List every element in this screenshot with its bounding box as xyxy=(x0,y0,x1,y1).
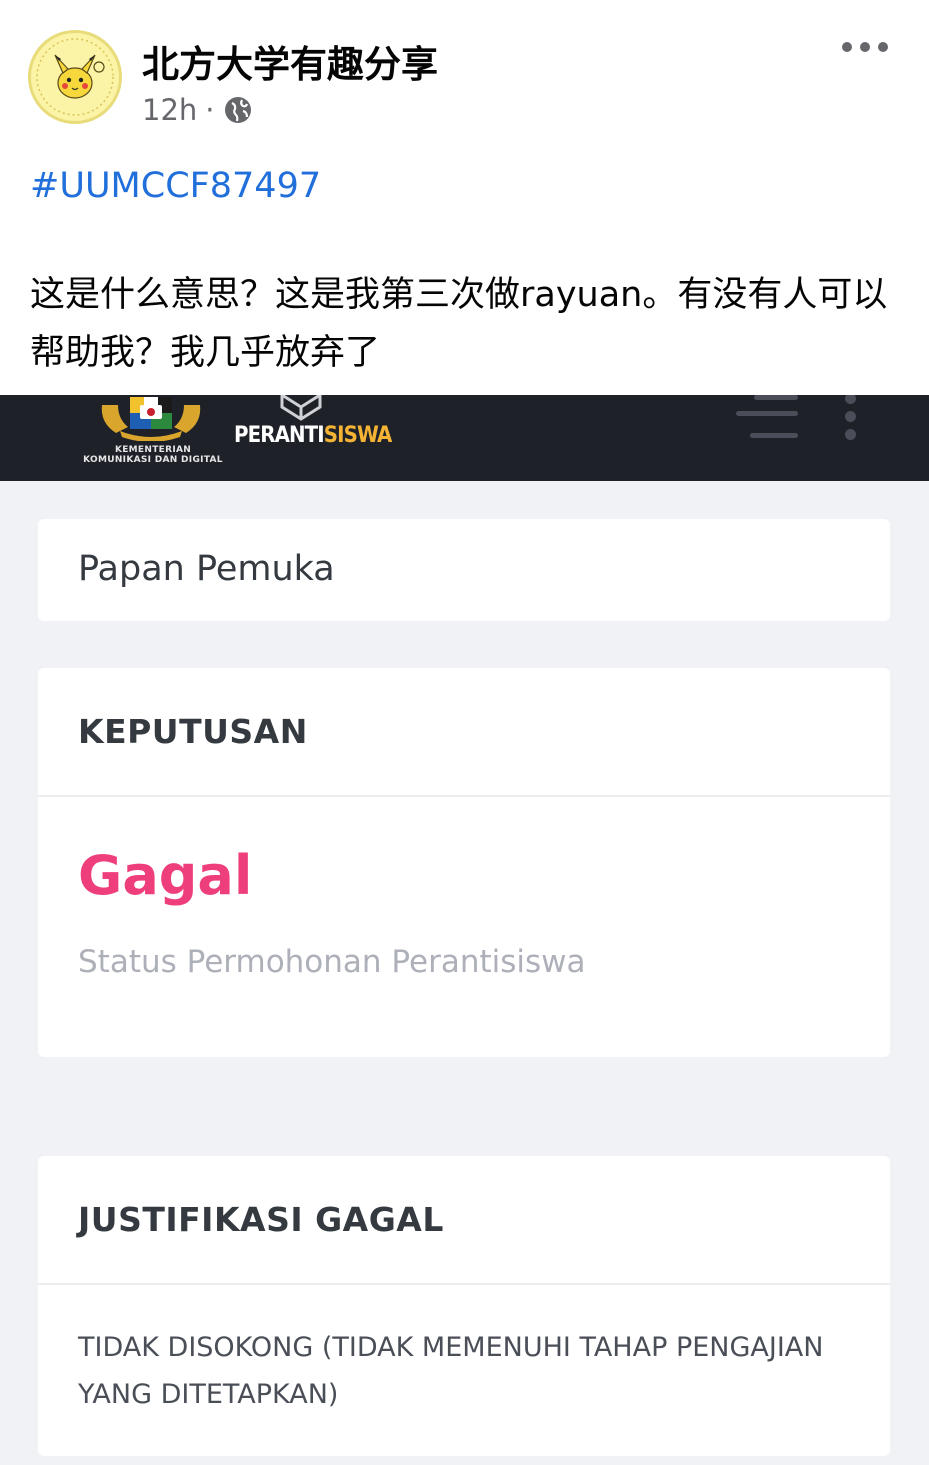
brand-part-2: SISWA xyxy=(323,423,393,448)
decision-card: KEPUTUSAN Gagal Status Permohonan Perant… xyxy=(38,668,890,1057)
kebab-menu-icon[interactable] xyxy=(843,395,859,445)
page-avatar[interactable] xyxy=(28,30,122,124)
ministry-line-2: KOMUNIKASI DAN DIGITAL xyxy=(83,455,223,465)
post-text: 这是什么意思？这是我第三次做rayuan。有没有人可以帮助我？我几乎放弃了 xyxy=(30,275,888,373)
coat-of-arms-icon xyxy=(101,397,201,441)
breadcrumb-card: Papan Pemuka xyxy=(38,519,890,621)
post-hashtag[interactable]: #UUMCCF87497 xyxy=(30,166,321,206)
globe-icon xyxy=(223,95,253,125)
brand-part-1: PERANTI xyxy=(234,423,325,448)
status-label: Status Permohonan Perantisiswa xyxy=(78,944,586,980)
facebook-post: 北方大学有趣分享 12h · #UUMCCF87497 这是什么意思？这是我第三… xyxy=(0,0,929,395)
post-time[interactable]: 12h xyxy=(142,93,197,127)
breadcrumb[interactable]: Papan Pemuka xyxy=(78,549,335,589)
meta-separator: · xyxy=(205,93,215,127)
ministry-label: KEMENTERIAN KOMUNIKASI DAN DIGITAL xyxy=(80,445,226,465)
more-options-icon[interactable] xyxy=(842,32,888,62)
decision-title: KEPUTUSAN xyxy=(78,712,308,751)
cube-logo-icon xyxy=(280,395,322,421)
app-header: KEMENTERIAN KOMUNIKASI DAN DIGITAL PERAN… xyxy=(0,395,929,481)
brand-logo[interactable]: PERANTISISWA xyxy=(234,423,393,448)
justification-text: TIDAK DISOKONG (TIDAK MEMENUHI TAHAP PEN… xyxy=(78,1332,824,1410)
justification-card-header: JUSTIFIKASI GAGAL xyxy=(38,1156,890,1285)
decision-card-header: KEPUTUSAN xyxy=(38,668,890,797)
app-content: Papan Pemuka KEPUTUSAN Gagal Status Perm… xyxy=(0,481,929,1465)
hamburger-menu-icon[interactable] xyxy=(736,395,800,445)
status-badge: Gagal xyxy=(78,844,253,907)
ministry-line-1: KEMENTERIAN xyxy=(114,445,192,455)
justification-card: JUSTIFIKASI GAGAL TIDAK DISOKONG (TIDAK … xyxy=(38,1156,890,1456)
page-name[interactable]: 北方大学有趣分享 xyxy=(142,34,438,88)
justification-title: JUSTIFIKASI GAGAL xyxy=(78,1200,444,1239)
pikachu-logo-icon xyxy=(36,38,114,116)
post-meta: 12h · xyxy=(142,92,253,128)
